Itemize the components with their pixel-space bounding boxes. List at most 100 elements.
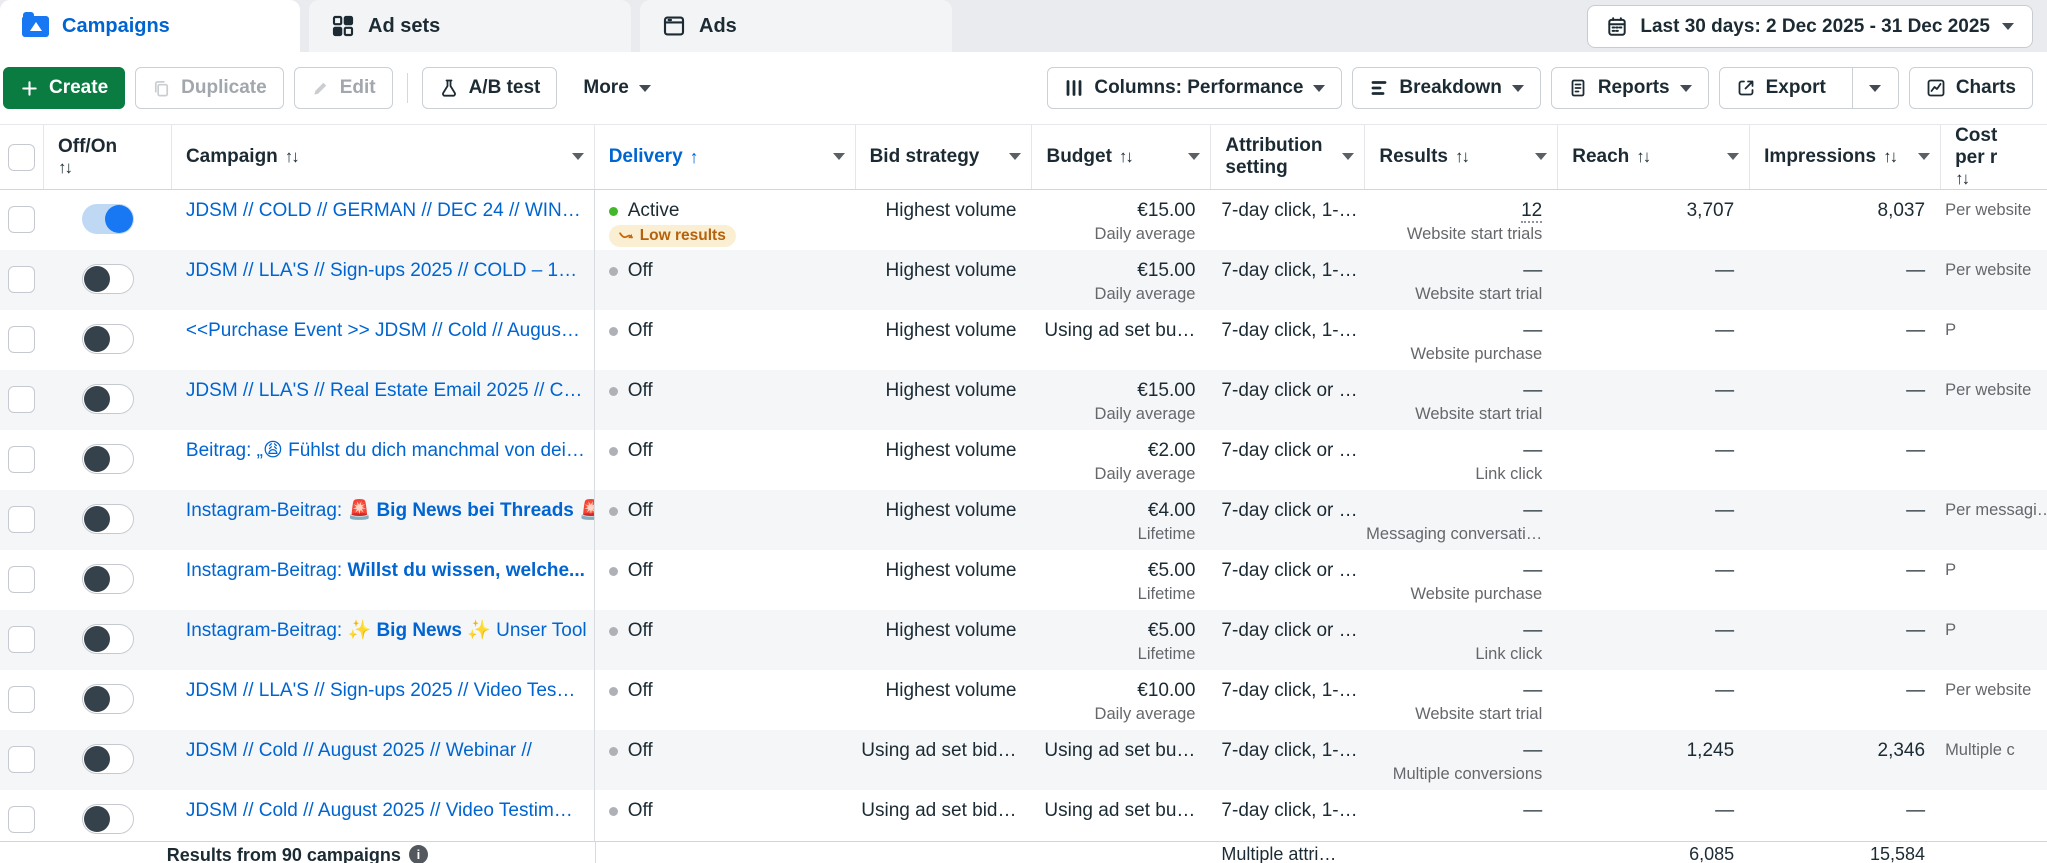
campaign-toggle[interactable] <box>82 744 134 774</box>
campaign-toggle[interactable] <box>82 564 134 594</box>
cost-per-result-type-label: P <box>1945 559 2047 582</box>
row-checkbox[interactable] <box>8 206 35 233</box>
delivery-cell: ActiveLow results <box>595 190 856 250</box>
column-header-campaign[interactable]: Campaign↑↓ <box>172 125 595 189</box>
edit-button[interactable]: Edit <box>294 67 393 109</box>
bid-strategy-value: Highest volume <box>856 259 1017 283</box>
results-value-link[interactable]: 12 <box>1521 200 1542 223</box>
row-checkbox[interactable] <box>8 446 35 473</box>
column-header-offon[interactable]: Off/On↑↓ <box>44 125 172 189</box>
more-button[interactable]: More <box>567 67 666 109</box>
budget-cell: €15.00Daily average <box>1033 250 1212 310</box>
attribution-value: 7-day click, 1-… <box>1221 739 1365 763</box>
impressions-cell: — <box>1750 490 1941 550</box>
footer-budget-cell <box>1032 842 1211 863</box>
column-header-costper[interactable]: Cost per r↑↓ <box>1941 125 2047 189</box>
bid-strategy-cell: Highest volume <box>856 670 1033 730</box>
results-header-line: Results↑↓ <box>1379 146 1531 168</box>
campaign-toggle[interactable] <box>82 444 134 474</box>
campaign-name-link[interactable]: Beitrag: „😩 Fühlst du dich manchmal von … <box>186 439 594 463</box>
tab-ads[interactable]: Ads <box>640 0 952 52</box>
low-results-badge[interactable]: Low results <box>609 225 736 247</box>
campaign-name-link[interactable]: JDSM // LLA'S // Sign-ups 2025 // Video … <box>186 679 594 703</box>
column-header-impressions[interactable]: Impressions↑↓ <box>1750 125 1941 189</box>
tab-adsets[interactable]: Ad sets <box>309 0 631 52</box>
charts-button[interactable]: Charts <box>1909 67 2033 109</box>
select-all-checkbox[interactable] <box>8 144 35 171</box>
columns-button[interactable]: Columns: Performance <box>1047 67 1342 109</box>
column-header-attribution[interactable]: Attribution setting <box>1211 125 1365 189</box>
pencil-icon <box>311 79 330 98</box>
campaign-toggle[interactable] <box>82 624 134 654</box>
campaign-name-link[interactable]: Instagram-Beitrag: Willst du wissen, wel… <box>186 559 594 583</box>
column-header-reach[interactable]: Reach↑↓ <box>1558 125 1750 189</box>
campaign-name-link[interactable]: JDSM // Cold // August 2025 // Video Tes… <box>186 799 594 823</box>
column-header-budget[interactable]: Budget↑↓ <box>1032 125 1211 189</box>
campaign-name-link[interactable]: JDSM // LLA'S // Sign-ups 2025 // COLD –… <box>186 259 594 283</box>
date-range-button[interactable]: Last 30 days: 2 Dec 2025 - 31 Dec 2025 <box>1587 5 2033 48</box>
attribution-value: 7-day click or … <box>1221 379 1365 403</box>
ab-test-button[interactable]: A/B test <box>422 67 558 109</box>
duplicate-button-label: Duplicate <box>181 77 267 99</box>
cost-per-result-cell: Per messagi… <box>1941 490 2047 550</box>
campaign-toggle[interactable] <box>82 684 134 714</box>
attribution-value: 7-day click, 1-… <box>1221 679 1365 703</box>
chevron-down-icon <box>1680 85 1692 92</box>
column-header-select[interactable] <box>0 125 44 189</box>
campaign-toggle[interactable] <box>82 264 134 294</box>
campaign-cell: Instagram-Beitrag: Willst du wissen, wel… <box>172 550 595 610</box>
row-checkbox[interactable] <box>8 266 35 293</box>
delivery-status: Off <box>609 739 856 763</box>
status-dot-off <box>609 267 618 276</box>
campaign-toggle[interactable] <box>82 204 134 234</box>
campaign-name-link[interactable]: Instagram-Beitrag: ✨ Big News ✨ Unser To… <box>186 619 594 643</box>
budget-type-label: Lifetime <box>1033 583 1196 606</box>
campaign-toggle[interactable] <box>82 384 134 414</box>
campaign-name-link[interactable]: <<Purchase Event >> JDSM // Cold // Augu… <box>186 319 594 343</box>
campaign-name-link[interactable]: JDSM // Cold // August 2025 // Webinar /… <box>186 739 594 763</box>
row-checkbox[interactable] <box>8 566 35 593</box>
delivery-status-label: Off <box>628 560 653 581</box>
results-type-label: Link click <box>1365 643 1542 666</box>
campaign-toggle[interactable] <box>82 804 134 834</box>
row-checkbox[interactable] <box>8 626 35 653</box>
column-header-results[interactable]: Results↑↓ <box>1365 125 1558 189</box>
row-checkbox[interactable] <box>8 326 35 353</box>
column-header-bid[interactable]: Bid strategy <box>856 125 1033 189</box>
campaign-toggle[interactable] <box>82 504 134 534</box>
campaign-name-link[interactable]: JDSM // LLA'S // Real Estate Email 2025 … <box>186 379 594 403</box>
delivery-header-line: Delivery↑ <box>609 146 829 168</box>
attribution-value: 7-day click or … <box>1221 559 1365 583</box>
tab-bar: CampaignsAd setsAds <box>0 0 952 52</box>
duplicate-button[interactable]: Duplicate <box>135 67 284 109</box>
create-button[interactable]: Create <box>3 67 125 109</box>
campaign-toggle[interactable] <box>82 324 134 354</box>
impressions-cell: — <box>1750 250 1941 310</box>
export-dropdown-toggle[interactable] <box>1852 68 1898 108</box>
row-checkbox[interactable] <box>8 806 35 833</box>
info-icon[interactable]: i <box>409 845 428 863</box>
chevron-down-icon <box>1188 153 1200 160</box>
tab-campaigns[interactable]: Campaigns <box>0 0 300 52</box>
chevron-down-icon <box>2002 23 2014 30</box>
breakdown-button[interactable]: Breakdown <box>1352 67 1540 109</box>
row-toggle-cell <box>44 430 172 490</box>
column-header-delivery[interactable]: Delivery↑ <box>595 125 856 189</box>
row-checkbox[interactable] <box>8 386 35 413</box>
row-checkbox[interactable] <box>8 686 35 713</box>
reports-button[interactable]: Reports <box>1551 67 1709 109</box>
cost-per-result-cell: P <box>1941 550 2047 610</box>
chevron-down-icon <box>1342 153 1354 160</box>
budget-type-label: Daily average <box>1033 703 1196 726</box>
campaign-name-link[interactable]: Instagram-Beitrag: 🚨 Big News bei Thread… <box>186 499 594 523</box>
results-cell: —Messaging conversati… <box>1365 490 1558 550</box>
row-checkbox[interactable] <box>8 506 35 533</box>
row-toggle-cell <box>44 310 172 370</box>
attribution-cell: 7-day click or … <box>1211 610 1365 670</box>
export-button-main[interactable]: Export <box>1720 68 1842 108</box>
delivery-status: Off <box>609 559 856 583</box>
export-button[interactable]: Export <box>1719 67 1899 109</box>
status-dot-off <box>609 807 618 816</box>
campaign-name-link[interactable]: JDSM // COLD // GERMAN // DEC 24 // WIN… <box>186 199 594 223</box>
row-checkbox[interactable] <box>8 746 35 773</box>
